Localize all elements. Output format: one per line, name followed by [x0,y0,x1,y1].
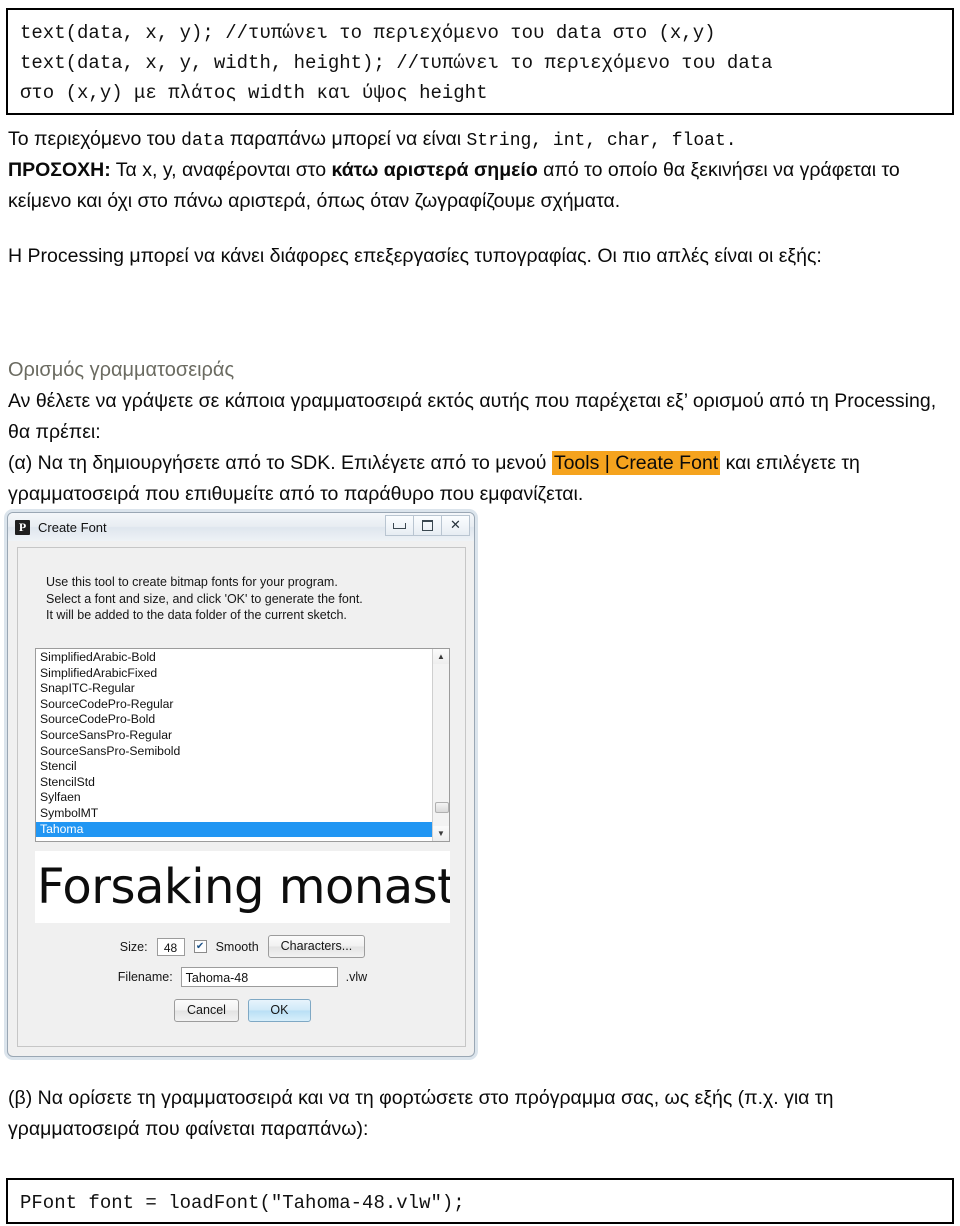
p1-mono-types: String, int, char, float. [466,131,737,151]
font-list-items[interactable]: SimplifiedArabic-Bold SimplifiedArabicFi… [36,649,432,841]
list-item[interactable]: SnapITC-Regular [36,681,432,697]
p2-bold-phrase: κάτω αριστερά σημείο [331,159,538,181]
size-label: Size: [119,939,148,954]
filename-input[interactable]: Tahoma-48 [180,967,338,987]
paragraph-step-a: (α) Να τη δημιουργήσετε από το SDK. Επιλ… [8,448,952,510]
dialog-buttons: Cancel OK [18,999,467,1022]
font-list[interactable]: SimplifiedArabic-Bold SimplifiedArabicFi… [35,648,450,842]
list-item[interactable]: Stencil [36,759,432,775]
section-heading-font-definition: Ορισμός γραμματοσειράς [8,359,235,381]
minimize-icon [393,522,406,529]
dialog-body: Use this tool to create bitmap fonts for… [17,547,466,1047]
p1-text-b: παραπάνω μπορεί να είναι [224,128,467,150]
characters-button[interactable]: Characters... [267,935,366,958]
list-item[interactable]: SimplifiedArabicFixed [36,666,432,682]
p1-mono-data: data [181,131,225,151]
paragraph-step-b: (β) Να ορίσετε τη γραμματοσειρά και να τ… [8,1087,834,1140]
scroll-down-icon[interactable]: ▼ [433,826,449,841]
list-item[interactable]: SimplifiedArabic-Bold [36,650,432,666]
paragraph-typography: Η Processing μπορεί να κάνει διάφορες επ… [8,245,822,267]
size-row: Size: 48 ✔ Smooth Characters... [18,935,467,958]
list-item[interactable]: SourceSansPro-Regular [36,728,432,744]
attention-label: ΠΡΟΣΟΧΗ: [8,159,111,181]
dialog-title: Create Font [38,519,107,535]
list-item[interactable]: SourceSansPro-Semibold [36,744,432,760]
code-line: text(data, x, y, width, height); //τυπών… [20,52,773,74]
size-input[interactable]: 48 [156,937,185,956]
code-block-loadfont: PFont font = loadFont("Tahoma-48.vlw"); [6,1178,954,1224]
code-line: text(data, x, y); //τυπώνει το περιεχόμε… [20,22,716,44]
filename-row: Filename: Tahoma-48 .vlw [18,967,467,987]
close-button[interactable]: ✕ [441,515,470,536]
smooth-checkbox[interactable]: ✔ [193,940,207,953]
ok-button[interactable]: OK [247,999,311,1022]
filename-label: Filename: [117,970,173,984]
font-preview: Forsaking monastic [35,851,450,923]
list-item[interactable]: SymbolMT [36,806,432,822]
window-controls: ✕ [385,515,470,536]
menu-path-highlight: Tools | Create Font [551,451,721,475]
close-icon: ✕ [450,518,461,533]
font-list-scrollbar[interactable]: ▲ ▼ [432,649,449,841]
smooth-label: Smooth [215,939,259,954]
paragraph-custom-font-intro: Αν θέλετε να γράψετε σε κάποια γραμματοσ… [8,390,937,443]
list-item[interactable]: SourceCodePro-Regular [36,697,432,713]
instruction-line: It will be added to the data folder of t… [46,608,347,622]
dialog-instructions: Use this tool to create bitmap fonts for… [46,574,363,624]
instruction-line: Use this tool to create bitmap fonts for… [46,575,338,589]
cancel-button[interactable]: Cancel [174,999,239,1022]
create-font-dialog[interactable]: P Create Font ✕ Use this tool to create … [7,512,475,1057]
p1-text-a: Το περιεχόμενο του [8,128,182,150]
list-item-selected[interactable]: Tahoma [36,821,432,838]
scroll-up-icon[interactable]: ▲ [433,649,449,664]
paragraph-attention: ΠΡΟΣΟΧΗ: Τα x, y, αναφέρονται στο κάτω α… [8,155,952,217]
p5-text-a: (α) Να τη δημιουργήσετε από το SDK. Επιλ… [8,452,552,474]
list-item[interactable]: SourceCodePro-Bold [36,712,432,728]
code-line: στο (x,y) με πλάτος width και ύψος heigh… [20,82,488,104]
list-item[interactable]: Sylfaen [36,790,432,806]
paragraph-data-types: Το περιεχόμενο του data παραπάνω μπορεί … [8,124,952,157]
list-item[interactable]: StencilStd [36,775,432,791]
scrollbar-thumb[interactable] [435,802,449,813]
instruction-line: Select a font and size, and click 'OK' t… [46,591,363,606]
p2-text-a: Τα x, y, αναφέρονται στο [110,159,332,181]
filename-extension: .vlw [345,970,368,984]
processing-app-icon: P [15,519,30,535]
dialog-titlebar: P Create Font ✕ [8,513,474,541]
code-block-text-signatures: text(data, x, y); //τυπώνει το περιεχόμε… [6,8,954,115]
code-line: PFont font = loadFont("Tahoma-48.vlw"); [20,1192,465,1214]
maximize-button[interactable] [413,515,442,536]
minimize-button[interactable] [385,515,414,536]
font-preview-text: Forsaking monastic [37,859,450,915]
maximize-icon [422,520,433,531]
